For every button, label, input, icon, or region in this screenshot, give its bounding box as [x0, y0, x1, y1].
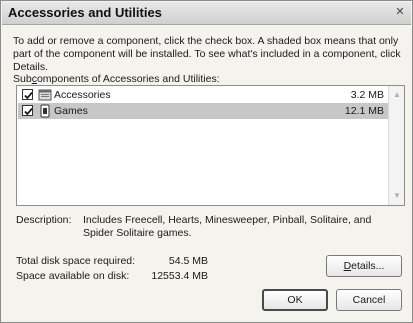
subcomponents-list[interactable]: Accessories 3.2 MB Games 12.1 MB ▲ ▼ — [16, 85, 405, 206]
games-icon — [38, 104, 52, 118]
scroll-down-icon[interactable]: ▼ — [391, 190, 403, 202]
list-item-accessories[interactable]: Accessories 3.2 MB — [18, 87, 388, 103]
subcomponents-label: Subcomponents of Accessories and Utiliti… — [13, 73, 220, 85]
item-name: Accessories — [54, 89, 111, 101]
list-item-games[interactable]: Games 12.1 MB — [18, 103, 388, 119]
scroll-up-icon[interactable]: ▲ — [391, 89, 403, 101]
disk-required-value: 54.5 MB — [168, 255, 208, 267]
disk-available-label: Space available on disk: — [16, 270, 130, 282]
close-icon[interactable]: ✕ — [393, 6, 407, 20]
checkbox[interactable] — [22, 105, 33, 116]
ok-button[interactable]: OK — [262, 289, 328, 311]
checkbox[interactable] — [22, 89, 33, 100]
dialog-title: Accessories and Utilities — [8, 5, 162, 20]
dialog-window: Accessories and Utilities ✕ To add or re… — [0, 0, 413, 323]
details-button[interactable]: Details... — [326, 255, 402, 277]
item-size: 12.1 MB — [344, 105, 384, 117]
title-bar[interactable]: Accessories and Utilities ✕ — [2, 2, 411, 25]
cancel-button[interactable]: Cancel — [336, 289, 402, 311]
accessories-icon — [38, 88, 52, 102]
item-size: 3.2 MB — [350, 89, 384, 101]
instructions-text: To add or remove a component, click the … — [13, 35, 401, 73]
disk-required-label: Total disk space required: — [16, 255, 136, 267]
description-text: Includes Freecell, Hearts, Minesweeper, … — [83, 214, 372, 239]
list-scrollbar[interactable]: ▲ ▼ — [388, 86, 404, 205]
description-label: Description: — [16, 214, 72, 226]
disk-available-value: 12553.4 MB — [151, 270, 208, 282]
item-name: Games — [54, 105, 88, 117]
